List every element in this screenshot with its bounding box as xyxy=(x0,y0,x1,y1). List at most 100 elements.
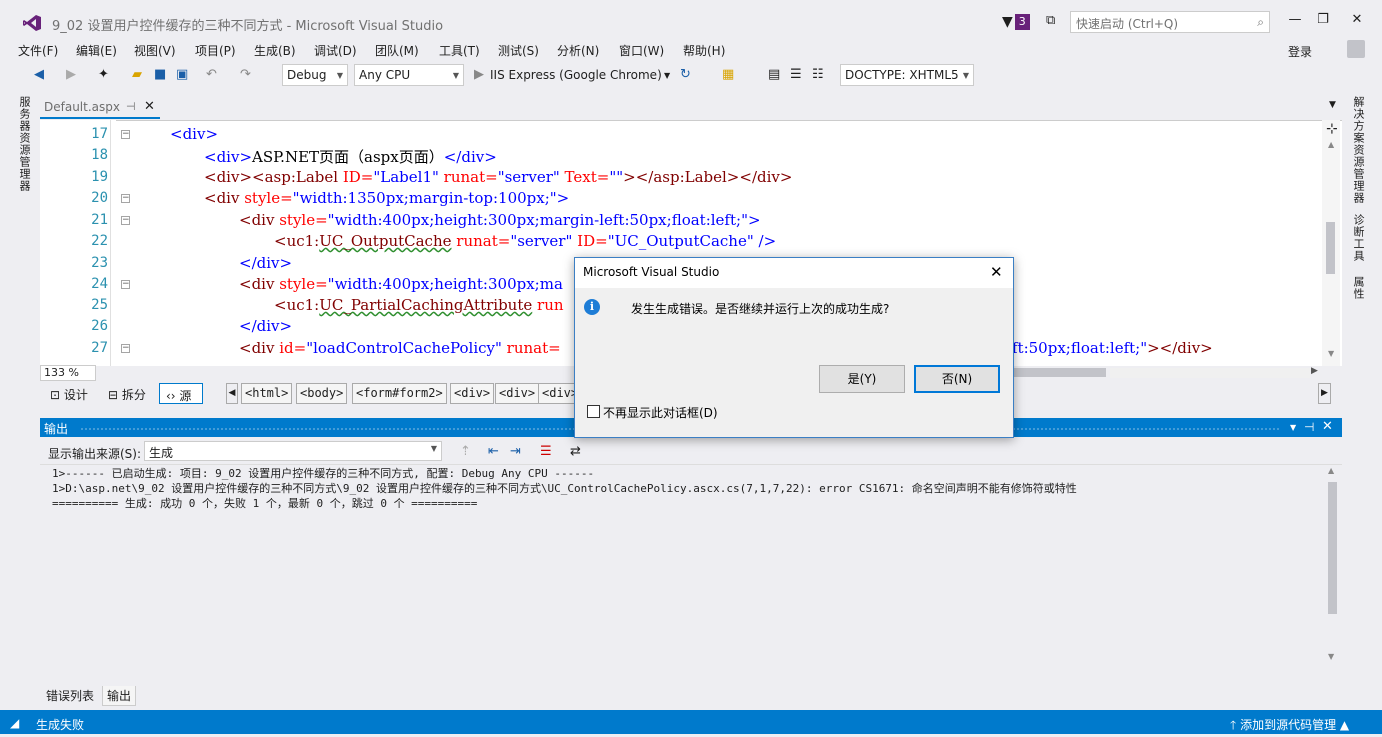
run-target-button[interactable]: IIS Express (Google Chrome) xyxy=(490,68,662,82)
menu-analyze[interactable]: 分析(N) xyxy=(557,42,599,59)
menu-window[interactable]: 窗口(W) xyxy=(619,42,664,59)
feedback-icon[interactable]: ⧉ xyxy=(1046,13,1055,28)
output-source-dropdown[interactable]: 生成 ▼ xyxy=(144,441,442,461)
close-tab-icon[interactable]: ✕ xyxy=(144,99,155,114)
menu-build[interactable]: 生成(B) xyxy=(254,42,296,59)
server-explorer-tab[interactable]: 服务器资源管理器 xyxy=(14,96,32,192)
yes-button[interactable]: 是(Y) xyxy=(819,365,905,393)
search-icon: ⌕ xyxy=(1257,15,1264,29)
line-number: 27 xyxy=(91,340,108,356)
editor-scrollbar-thumb[interactable] xyxy=(1326,222,1335,274)
collapse-icon[interactable]: − xyxy=(121,194,130,203)
tab-overflow-chevron-icon[interactable]: ▼ xyxy=(1329,100,1336,110)
menu-file[interactable]: 文件(F) xyxy=(18,42,58,59)
menu-test[interactable]: 测试(S) xyxy=(498,42,539,59)
document-icon[interactable]: ▤ xyxy=(768,67,780,82)
new-project-icon[interactable]: ✦ xyxy=(98,67,109,82)
menu-view[interactable]: 视图(V) xyxy=(134,42,176,59)
split-editor-icon[interactable]: ⊹ xyxy=(1326,121,1338,137)
scroll-up-icon[interactable]: ▲ xyxy=(1328,140,1334,149)
close-panel-icon[interactable]: ✕ xyxy=(1322,419,1333,434)
editor-horizontal-scrollbar[interactable] xyxy=(1110,368,1310,378)
visual-studio-logo-icon xyxy=(22,14,42,32)
scroll-up-icon[interactable]: ▲ xyxy=(1328,466,1334,475)
scroll-right-icon[interactable]: ▶ xyxy=(1311,366,1318,376)
comment-icon[interactable]: ☰ xyxy=(790,67,802,82)
view-split-button[interactable]: ⊟ 拆分 xyxy=(102,383,152,404)
pin-icon[interactable]: ⊣ xyxy=(1304,420,1314,434)
properties-tab[interactable]: 属性 xyxy=(1350,276,1366,300)
code-token: ></asp:Label></div> xyxy=(623,168,793,186)
tab-output[interactable]: 输出 xyxy=(102,686,137,706)
save-icon[interactable]: ■ xyxy=(154,67,166,82)
run-target-chevron-icon[interactable]: ▼ xyxy=(664,71,670,80)
quick-launch-input[interactable]: 快速启动 (Ctrl+Q) ⌕ xyxy=(1070,11,1270,33)
collapse-icon[interactable]: − xyxy=(121,280,130,289)
solution-explorer-tab[interactable]: 解决方案资源管理器 xyxy=(1350,96,1366,204)
view-source-button[interactable]: ‹› 源 xyxy=(159,383,203,404)
uncomment-icon[interactable]: ☷ xyxy=(812,67,824,82)
word-wrap-icon[interactable]: ⇄ xyxy=(570,444,581,459)
find-previous-icon[interactable]: ⇤ xyxy=(488,444,499,459)
status-message-icon: ◢ xyxy=(10,716,20,730)
pin-icon[interactable]: ⊣ xyxy=(126,100,136,113)
source-icon: ‹› xyxy=(166,389,180,403)
collapse-icon[interactable]: − xyxy=(121,344,130,353)
code-line-27: <div id="loadControlCachePolicy" runat= xyxy=(239,339,561,357)
minimize-button[interactable]: — xyxy=(1280,12,1310,32)
dialog-close-icon[interactable]: ✕ xyxy=(990,263,1003,281)
tab-error-list[interactable]: 错误列表 xyxy=(42,686,98,705)
breadcrumb-div[interactable]: <div> xyxy=(450,383,495,404)
breadcrumb-left-icon[interactable]: ◀ xyxy=(226,383,238,404)
menu-debug[interactable]: 调试(D) xyxy=(314,42,357,59)
scroll-down-icon[interactable]: ▼ xyxy=(1328,652,1334,661)
platform-dropdown[interactable]: Any CPU ▼ xyxy=(354,64,464,86)
avatar[interactable] xyxy=(1347,40,1365,58)
output-source-value: 生成 xyxy=(149,446,174,460)
menu-help[interactable]: 帮助(H) xyxy=(683,42,725,59)
refresh-icon[interactable]: ↻ xyxy=(680,67,691,82)
collapse-icon[interactable]: − xyxy=(121,130,130,139)
scroll-down-icon[interactable]: ▼ xyxy=(1328,349,1334,358)
diagnostics-tab[interactable]: 诊断工具 xyxy=(1350,214,1366,262)
goto-previous-icon[interactable]: ⇡ xyxy=(460,444,471,459)
breadcrumb-html[interactable]: <html> xyxy=(241,383,293,404)
breadcrumb-form[interactable]: <form#form2> xyxy=(352,383,447,404)
menu-edit[interactable]: 编辑(E) xyxy=(76,42,117,59)
breadcrumb-div[interactable]: <div> xyxy=(495,383,540,404)
start-debugging-icon[interactable]: ▶ xyxy=(474,67,484,82)
menu-team[interactable]: 团队(M) xyxy=(375,42,419,59)
no-button[interactable]: 否(N) xyxy=(914,365,1000,393)
output-scrollbar-thumb[interactable] xyxy=(1328,482,1337,614)
open-file-icon[interactable]: ▰ xyxy=(132,67,142,82)
line-number: 19 xyxy=(91,169,108,185)
panel-menu-chevron-icon[interactable]: ▼ xyxy=(1290,423,1296,432)
redo-icon[interactable]: ↷ xyxy=(240,67,251,82)
configuration-dropdown[interactable]: Debug ▼ xyxy=(282,64,348,86)
collapse-icon[interactable]: − xyxy=(121,216,130,225)
view-design-button[interactable]: ⊡ 设计 xyxy=(44,383,94,404)
save-all-icon[interactable]: ▣ xyxy=(176,67,188,82)
login-link[interactable]: 登录 xyxy=(1288,43,1312,60)
clear-all-icon[interactable]: ☰ xyxy=(540,444,552,459)
doctype-dropdown[interactable]: DOCTYPE: XHTML5 ▼ xyxy=(840,64,974,86)
find-next-icon[interactable]: ⇥ xyxy=(510,444,521,459)
restore-button[interactable]: ❐ xyxy=(1308,12,1338,32)
dont-show-again-checkbox[interactable] xyxy=(587,405,600,418)
breadcrumb-right-icon[interactable]: ▶ xyxy=(1318,383,1331,404)
undo-icon[interactable]: ↶ xyxy=(206,67,217,82)
menu-project[interactable]: 项目(P) xyxy=(195,42,236,59)
browser-link-icon[interactable]: ▦ xyxy=(722,67,734,82)
notifications-button[interactable]: ▼ 3 xyxy=(1002,13,1030,31)
menu-tools[interactable]: 工具(T) xyxy=(439,42,480,59)
zoom-level[interactable]: 133 % xyxy=(40,365,96,381)
dont-show-again-label[interactable]: 不再显示此对话框(D) xyxy=(603,404,718,421)
gutter-divider xyxy=(110,120,111,366)
breadcrumb-body[interactable]: <body> xyxy=(296,383,348,404)
back-icon[interactable]: ◀ xyxy=(34,67,44,82)
close-window-button[interactable]: ✕ xyxy=(1342,12,1372,32)
code-line-18: <div>ASP.NET页面（aspx页面）</div> xyxy=(204,146,497,167)
output-source-label: 显示输出来源(S): xyxy=(48,447,142,461)
forward-icon[interactable]: ▶ xyxy=(66,67,76,82)
code-token: runat= xyxy=(451,232,511,250)
